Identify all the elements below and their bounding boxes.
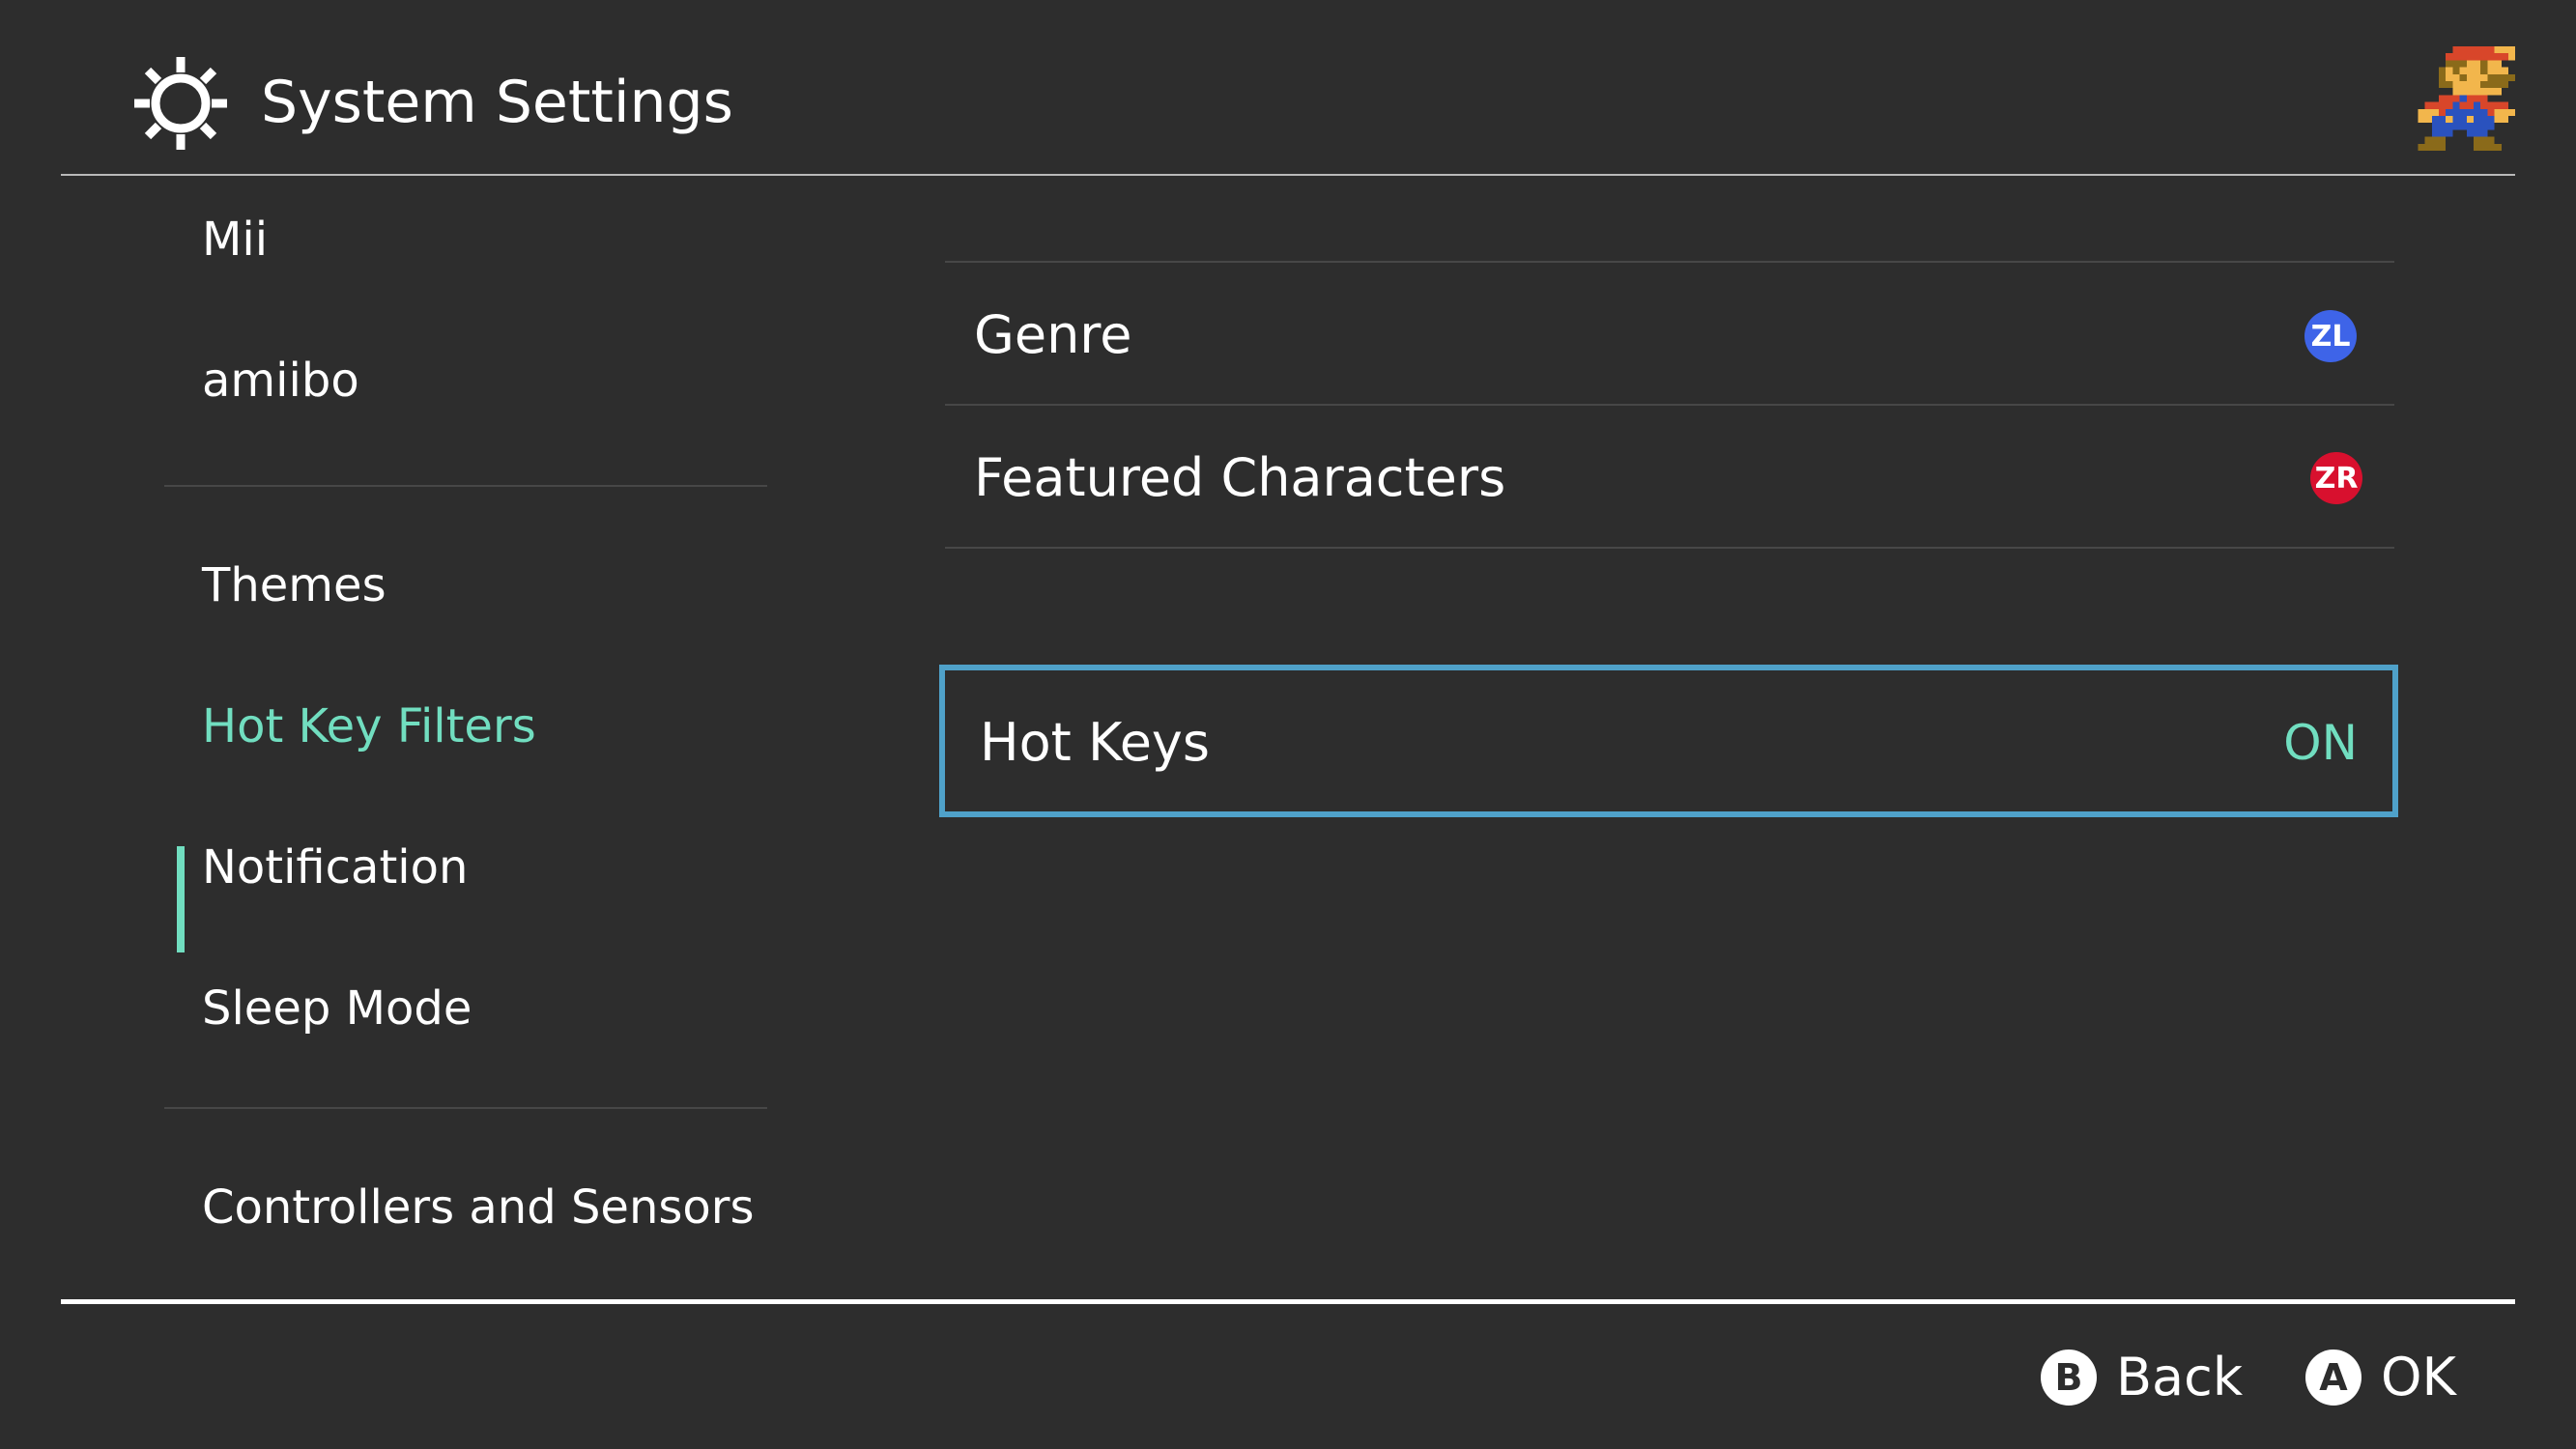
zr-button-icon: ZR xyxy=(2310,452,2362,504)
row-divider xyxy=(945,261,2394,263)
footer-divider xyxy=(61,1299,2515,1304)
sidebar-item-themes[interactable]: Themes xyxy=(202,554,386,616)
sidebar-item-hot-key-filters[interactable]: Hot Key Filters xyxy=(202,696,536,757)
header: System Settings xyxy=(0,0,2576,176)
back-label: Back xyxy=(2116,1347,2244,1407)
row-divider xyxy=(945,547,2394,549)
page-title: System Settings xyxy=(261,69,733,136)
hot-keys-toggle[interactable]: Hot Keys ON xyxy=(939,665,2398,817)
selection-indicator xyxy=(177,846,185,952)
sidebar-divider xyxy=(164,1107,767,1109)
sidebar-item-sleep-mode[interactable]: Sleep Mode xyxy=(202,978,472,1039)
avatar[interactable] xyxy=(2418,46,2530,151)
ok-label: OK xyxy=(2381,1347,2456,1407)
sidebar-item-mii[interactable]: Mii xyxy=(202,209,268,270)
row-divider xyxy=(945,404,2394,406)
gear-icon xyxy=(134,57,227,150)
sidebar-item-amiibo[interactable]: amiibo xyxy=(202,350,359,412)
sidebar-item-controllers-and-sensors[interactable]: Controllers and Sensors xyxy=(202,1177,754,1238)
hot-keys-label: Hot Keys xyxy=(980,712,1211,773)
genre-row[interactable]: Genre xyxy=(974,301,1132,369)
sidebar-divider xyxy=(164,485,767,487)
sidebar: Mii amiibo Themes Hot Key Filters Notifi… xyxy=(0,176,831,1296)
zl-button-icon: ZL xyxy=(2304,310,2357,362)
featured-characters-row[interactable]: Featured Characters xyxy=(974,444,1505,512)
ok-button[interactable]: A OK xyxy=(2305,1347,2456,1408)
hot-keys-status: ON xyxy=(2283,715,2358,771)
b-button-icon: B xyxy=(2041,1350,2097,1406)
sidebar-item-notification[interactable]: Notification xyxy=(202,837,468,898)
a-button-icon: A xyxy=(2305,1350,2361,1406)
back-button[interactable]: B Back xyxy=(2041,1347,2243,1408)
